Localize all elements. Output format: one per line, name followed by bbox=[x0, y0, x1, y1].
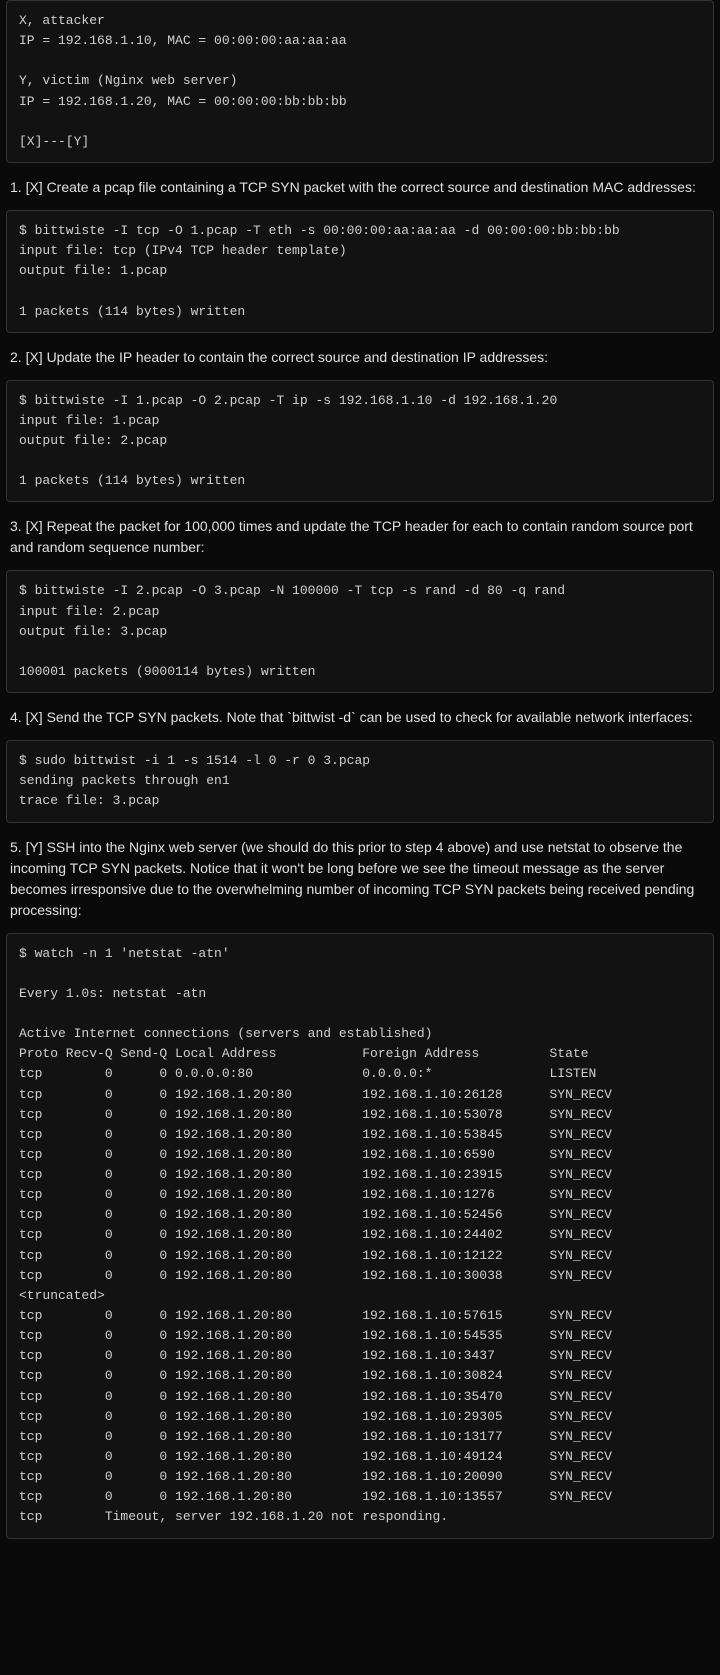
step-3-text: 3. [X] Repeat the packet for 100,000 tim… bbox=[0, 508, 720, 564]
step-1-code: $ bittwiste -I tcp -O 1.pcap -T eth -s 0… bbox=[6, 210, 714, 333]
step-4-text: 4. [X] Send the TCP SYN packets. Note th… bbox=[0, 699, 720, 734]
step-3-code: $ bittwiste -I 2.pcap -O 3.pcap -N 10000… bbox=[6, 570, 714, 693]
step-5-text: 5. [Y] SSH into the Nginx web server (we… bbox=[0, 829, 720, 927]
step-1-text: 1. [X] Create a pcap file containing a T… bbox=[0, 169, 720, 204]
step-2-code: $ bittwiste -I 1.pcap -O 2.pcap -T ip -s… bbox=[6, 380, 714, 503]
intro-code-block: X, attacker IP = 192.168.1.10, MAC = 00:… bbox=[6, 0, 714, 163]
step-4-code: $ sudo bittwist -i 1 -s 1514 -l 0 -r 0 3… bbox=[6, 740, 714, 822]
step-5-code: $ watch -n 1 'netstat -atn' Every 1.0s: … bbox=[6, 933, 714, 1539]
step-2-text: 2. [X] Update the IP header to contain t… bbox=[0, 339, 720, 374]
